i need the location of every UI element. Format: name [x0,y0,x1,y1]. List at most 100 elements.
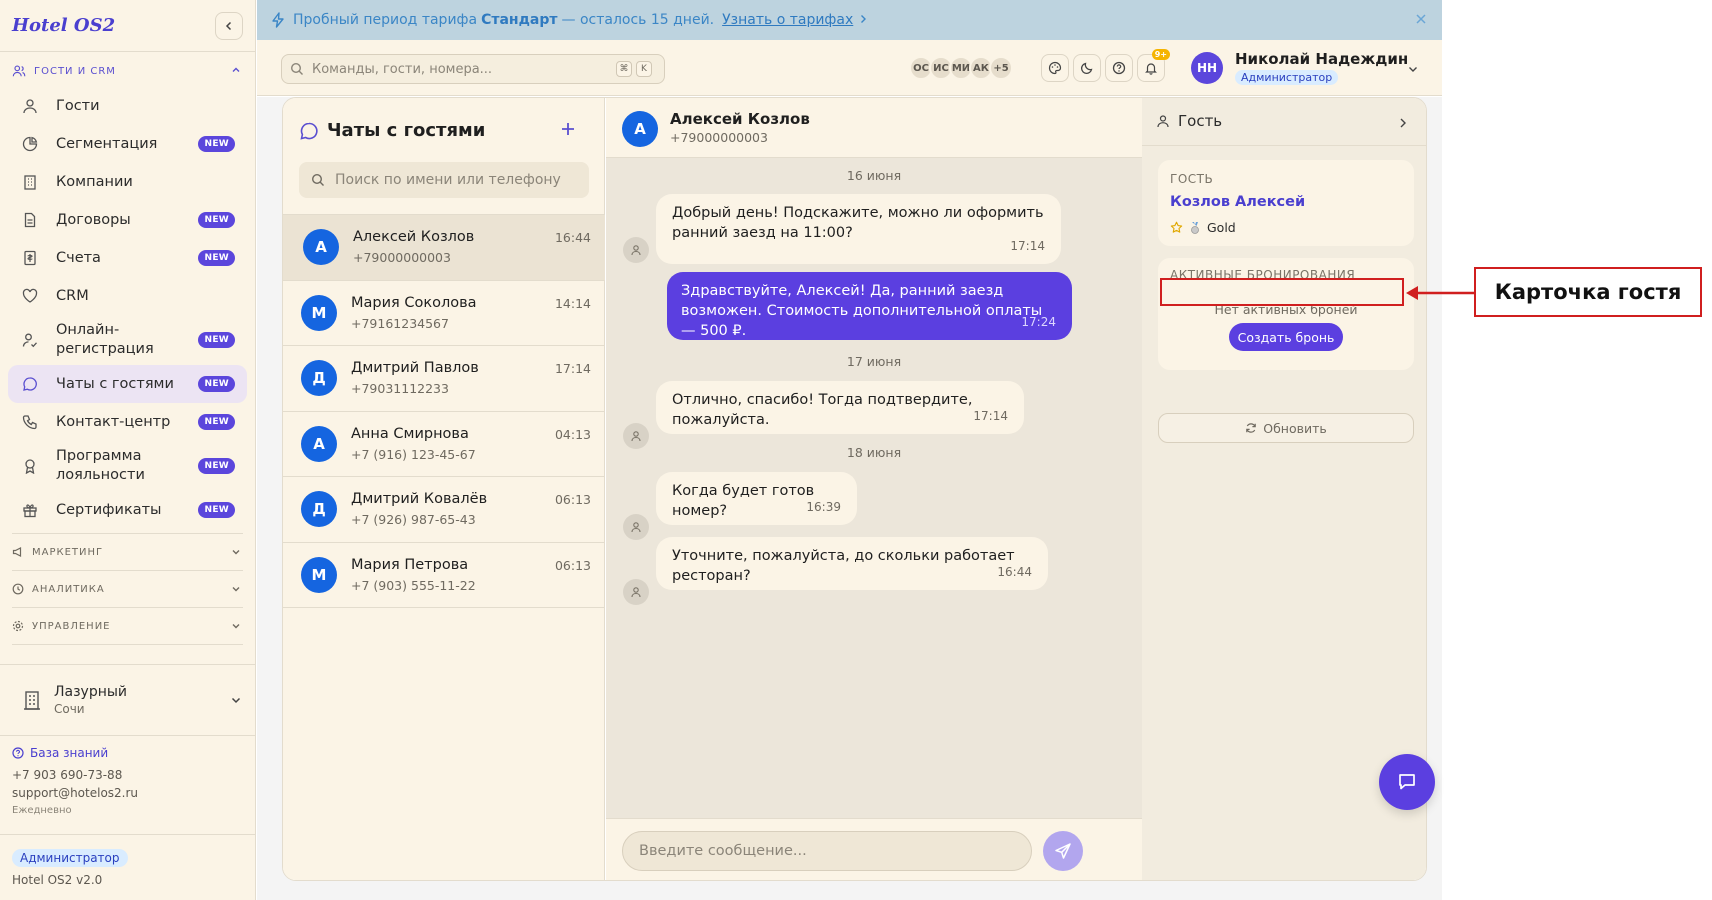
refresh-button[interactable]: Обновить [1158,413,1414,443]
new-badge: NEW [198,502,235,518]
megaphone-icon [12,547,22,557]
section-label: УПРАВЛЕНИЕ [32,620,111,632]
avatar[interactable]: НН [1191,52,1223,84]
section-label: АНАЛИТИКА [32,583,105,595]
refresh-label: Обновить [1263,420,1327,436]
section-analytics[interactable]: АНАЛИТИКА [0,571,255,607]
support-chat-fab[interactable] [1379,754,1435,810]
dark-mode-button[interactable] [1073,54,1101,82]
sidebar-item-contact-center[interactable]: Контакт-центр NEW [8,403,247,441]
chat-list-item[interactable]: А Анна Смирнова +7 (916) 123-45-67 04:13 [283,412,605,477]
sidebar-item-label: Чаты с гостями [56,375,174,392]
chat-time: 14:14 [554,295,591,311]
new-chat-button[interactable] [559,120,577,142]
support-email[interactable]: support@hotelos2.ru [12,784,138,802]
chat-search-input[interactable]: Поиск по имени или телефону [299,162,589,198]
chat-contact-name: Дмитрий Павлов [351,360,479,376]
chevron-down-icon [1409,67,1417,72]
chat-rows: А Алексей Козлов +79000000003 16:44 М Ма… [283,214,605,608]
avatar: М [301,556,337,593]
search-icon [290,62,303,75]
building-icon [24,691,40,710]
help-button[interactable] [1105,54,1133,82]
medal-icon [1191,221,1199,234]
section-management[interactable]: УПРАВЛЕНИЕ [0,608,255,644]
sidebar-item-crm[interactable]: CRM [8,277,247,315]
sidebar-item-online-registration[interactable]: Онлайн-регистрация NEW [8,315,247,365]
chat-list-item[interactable]: Д Дмитрий Павлов +79031112233 17:14 [283,346,605,412]
chat-list-item[interactable]: М Мария Петрова +7 (903) 555-11-22 06:13 [283,543,605,608]
message-incoming: Добрый день! Подскажите, можно ли оформи… [656,194,1061,264]
create-booking-button[interactable]: Создать бронь [1229,323,1343,351]
sidebar-item-label: Договоры [56,211,131,228]
sidebar-item-invoices[interactable]: Счета NEW [8,239,247,277]
sidebar-item-segmentation[interactable]: Сегментация NEW [8,125,247,163]
sidebar-item-certificates[interactable]: Сертификаты NEW [8,491,247,529]
top-bar: Команды, гости, номера... ⌘ K ОС ИС МИ А… [257,40,1442,96]
user-icon [1157,115,1169,128]
chevron-up-icon [232,67,240,72]
sidebar-item-contracts[interactable]: Договоры NEW [8,201,247,239]
chat-contact-phone: +79000000003 [353,250,451,265]
chevron-right-icon [859,12,867,28]
guest-name-link[interactable]: Козлов Алексей [1170,194,1305,210]
chat-contact-phone: +7 (926) 987-65-43 [351,512,476,527]
support-phone[interactable]: +7 903 690-73-88 [12,766,138,784]
message-input[interactable]: Введите сообщение... [622,831,1032,871]
sidebar-item-guests[interactable]: Гости [8,87,247,125]
chat-contact-phone: +79031112233 [351,381,449,396]
section-marketing[interactable]: МАРКЕТИНГ [0,534,255,570]
collapse-sidebar-button[interactable] [215,11,243,40]
hotel-name: Лазурный [54,684,128,700]
users-icon [12,65,26,77]
annotation-arrow [1406,286,1474,300]
app-version: Hotel OS2 v2.0 [12,873,103,887]
notifications-button[interactable]: 9+ [1137,49,1170,82]
message-text: Уточните, пожалуйста, до скольки работае… [672,548,1015,584]
message-incoming: Отлично, спасибо! Тогда подтвердите, пож… [656,381,1024,434]
command-search[interactable]: Команды, гости, номера... ⌘ K [281,54,665,84]
chat-contact-phone: +7 (903) 555-11-22 [351,577,476,593]
user-name[interactable]: Николай Надеждин [1235,50,1408,68]
conversation-contact-name[interactable]: Алексей Козлов [670,110,810,128]
sidebar-item-guest-chats[interactable]: Чаты с гостями NEW [8,365,247,403]
shortcut-key-k: K [636,61,652,77]
message-outgoing: Здравствуйте, Алексей! Да, ранний заезд … [667,272,1072,340]
divider [12,644,243,645]
chat-list-item[interactable]: А Алексей Козлов +79000000003 16:44 [283,215,605,281]
command-search-placeholder: Команды, гости, номера... [312,61,493,77]
heart-icon [20,288,40,304]
chat-list-item[interactable]: М Мария Соколова +79161234567 14:14 [283,281,605,346]
conversation-contact-phone: +79000000003 [670,130,768,145]
chat-list-title: Чаты с гостями [299,120,485,141]
sidebar-item-label: CRM [56,287,89,304]
invoice-icon [20,250,40,266]
user-menu-chevron[interactable] [1407,60,1419,79]
theme-palette-button[interactable] [1041,54,1069,82]
new-badge: NEW [198,212,235,228]
online-users[interactable]: ОС ИС МИ АК +5 [909,56,1013,80]
close-banner-button[interactable] [1414,12,1428,30]
sidebar-item-label: Онлайн-регистрация [56,322,154,357]
chat-list-item[interactable]: Д Дмитрий Ковалёв +7 (926) 987-65-43 06:… [283,477,605,543]
support-schedule: Ежедневно [12,805,72,816]
presence-more[interactable]: +5 [989,56,1013,80]
hotel-selector[interactable]: Лазурный Сочи [0,664,256,736]
sidebar-item-label: Сертификаты [56,501,162,518]
guest-info-card: ГОСТЬ Козлов Алексей Gold [1158,160,1414,246]
avatar: А [303,229,339,265]
sidebar-item-companies[interactable]: Компании [8,163,247,201]
collapse-guest-panel-button[interactable] [1398,114,1408,133]
chevron-down-icon [232,550,240,555]
avatar: Д [301,491,337,527]
send-button[interactable] [1043,831,1083,871]
chat-contact-name: Дмитрий Ковалёв [351,491,488,507]
guest-panel-header: Гость [1142,98,1426,146]
pricing-link[interactable]: Узнать о тарифах [722,12,853,28]
brand-logo[interactable]: Hotel OS2 [12,15,115,36]
avatar: Д [301,360,337,396]
sidebar-item-label: Программа лояльности [56,448,145,483]
sidebar-item-loyalty-program[interactable]: Программа лояльности NEW [8,441,247,491]
section-guests-crm[interactable]: ГОСТИ И CRM [0,57,255,85]
knowledge-base-link[interactable]: База знаний [12,744,138,762]
